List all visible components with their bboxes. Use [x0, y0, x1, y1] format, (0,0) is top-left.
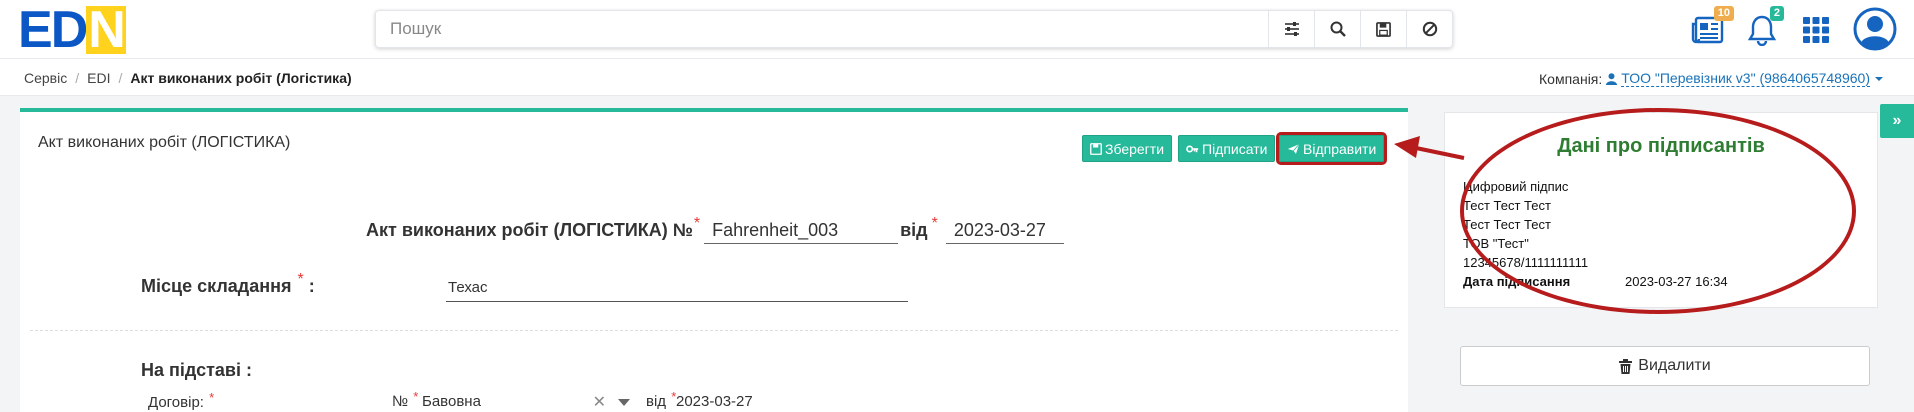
contract-label: Договір: — [148, 394, 204, 411]
clear-icon[interactable]: ✕ — [593, 392, 606, 412]
person-icon — [1606, 72, 1618, 85]
document-date-input[interactable] — [945, 218, 1064, 244]
signers-title: Дані про підписантів — [1557, 135, 1765, 157]
logo-letter-n: N — [86, 1, 126, 59]
place-input[interactable] — [446, 274, 908, 302]
clear-search-button[interactable] — [1406, 11, 1452, 47]
notifications-badge: 2 — [1769, 6, 1784, 21]
search-button[interactable] — [1314, 11, 1360, 47]
place-label: Місце складання — [141, 276, 292, 296]
signing-date-value: 2023-03-27 16:34 — [1625, 274, 1728, 289]
breadcrumb-bar: Сервіс / EDI / Акт виконаних робіт (Логі… — [0, 58, 1914, 96]
signer-line: Тест Тест Тест — [1463, 198, 1551, 213]
place-label-row: Місце складання * : — [141, 271, 315, 297]
basis-label: На підставі : — [141, 360, 252, 380]
paper-plane-icon — [1287, 143, 1300, 154]
section-divider — [30, 330, 1398, 331]
signers-panel: Дані про підписантів Цифровий підпис Тес… — [1444, 112, 1878, 308]
document-number-input[interactable] — [704, 218, 899, 244]
document-head-label: Акт виконаних робіт (ЛОГІСТИКА) № — [366, 220, 693, 240]
apps-menu-button[interactable] — [1796, 10, 1836, 50]
contract-date-input[interactable] — [668, 388, 768, 412]
search-icon — [1330, 21, 1346, 37]
contract-select[interactable]: Бавовна ✕ — [414, 388, 640, 412]
key-icon — [1186, 145, 1199, 152]
signer-line: Цифровий підпис — [1463, 179, 1569, 194]
logo-letter-e: E — [18, 1, 53, 59]
breadcrumb-item-edi[interactable]: EDI — [87, 70, 110, 86]
document-header-row: Акт виконаних робіт (ЛОГІСТИКА) № * від … — [366, 215, 1064, 244]
filter-icon — [1284, 22, 1299, 36]
notifications-button[interactable]: 2 — [1742, 6, 1784, 50]
chevron-down-icon[interactable] — [618, 399, 630, 406]
signer-line: Тест Тест Тест — [1463, 217, 1551, 232]
date-from-label: від — [900, 220, 928, 240]
sign-button-label: Підписати — [1202, 140, 1268, 157]
breadcrumb-current: Акт виконаних робіт (Логістика) — [130, 70, 352, 86]
breadcrumb-item-service[interactable]: Сервіс — [24, 70, 67, 86]
search-bar — [375, 10, 1453, 48]
place-colon: : — [308, 276, 315, 296]
signer-line: 12345678/1111111111 — [1463, 255, 1589, 270]
document-form-card: Акт виконаних робіт (ЛОГІСТИКА) Зберегти… — [20, 108, 1408, 412]
required-mark: * — [297, 271, 304, 288]
send-button-label: Відправити — [1303, 140, 1377, 157]
documents-badge: 10 — [1713, 6, 1734, 21]
save-button-label: Зберегти — [1105, 140, 1165, 157]
signing-date-label: Дата підписання — [1463, 274, 1571, 289]
company-label: Компанія: — [1539, 70, 1603, 87]
delete-button[interactable]: Видалити — [1460, 346, 1870, 386]
trash-icon — [1619, 358, 1633, 374]
double-chevron-right-icon: » — [1892, 112, 1902, 129]
required-mark: * — [693, 215, 701, 232]
contract-label-row: Договір: * — [148, 390, 214, 411]
filter-button[interactable] — [1268, 11, 1314, 47]
company-value[interactable]: ТОО "Перевізник v3" (9864065748960) — [1621, 70, 1870, 87]
save-icon — [1090, 142, 1102, 155]
save-search-button[interactable] — [1360, 11, 1406, 47]
logo-letter-d: D — [50, 1, 89, 59]
required-mark: * — [931, 215, 938, 232]
edin-logo[interactable]: E D N — [18, 1, 126, 59]
contract-select-value: Бавовна — [422, 393, 481, 410]
sign-button[interactable]: Підписати — [1178, 135, 1276, 162]
signer-line: ТОВ "Тест" — [1463, 236, 1529, 251]
user-icon — [1853, 7, 1897, 51]
document-title: Акт виконаних робіт (ЛОГІСТИКА) — [38, 134, 291, 151]
search-input[interactable] — [376, 11, 1268, 47]
breadcrumb: Сервіс / EDI / Акт виконаних робіт (Логі… — [24, 70, 352, 86]
caret-down-icon — [1875, 76, 1883, 81]
delete-button-label: Видалити — [1638, 357, 1711, 374]
save-icon — [1376, 21, 1391, 37]
contract-date-label: від — [646, 393, 667, 410]
sidebar-toggle-button[interactable]: » — [1880, 104, 1914, 138]
user-avatar[interactable] — [1852, 6, 1898, 52]
company-selector[interactable]: Компанія: ТОО "Перевізник v3" (986406574… — [1539, 70, 1884, 87]
save-button[interactable]: Зберегти — [1082, 135, 1173, 162]
top-header: E D N 10 2 — [0, 0, 1914, 58]
breadcrumb-separator: / — [118, 70, 123, 86]
breadcrumb-separator: / — [75, 70, 80, 86]
documents-button[interactable]: 10 — [1688, 6, 1734, 50]
contract-number-label: № — [392, 393, 409, 410]
send-button[interactable]: Відправити — [1275, 132, 1388, 165]
required-mark: * — [209, 390, 215, 405]
clear-icon — [1422, 21, 1437, 37]
apps-grid-icon — [1803, 17, 1829, 43]
